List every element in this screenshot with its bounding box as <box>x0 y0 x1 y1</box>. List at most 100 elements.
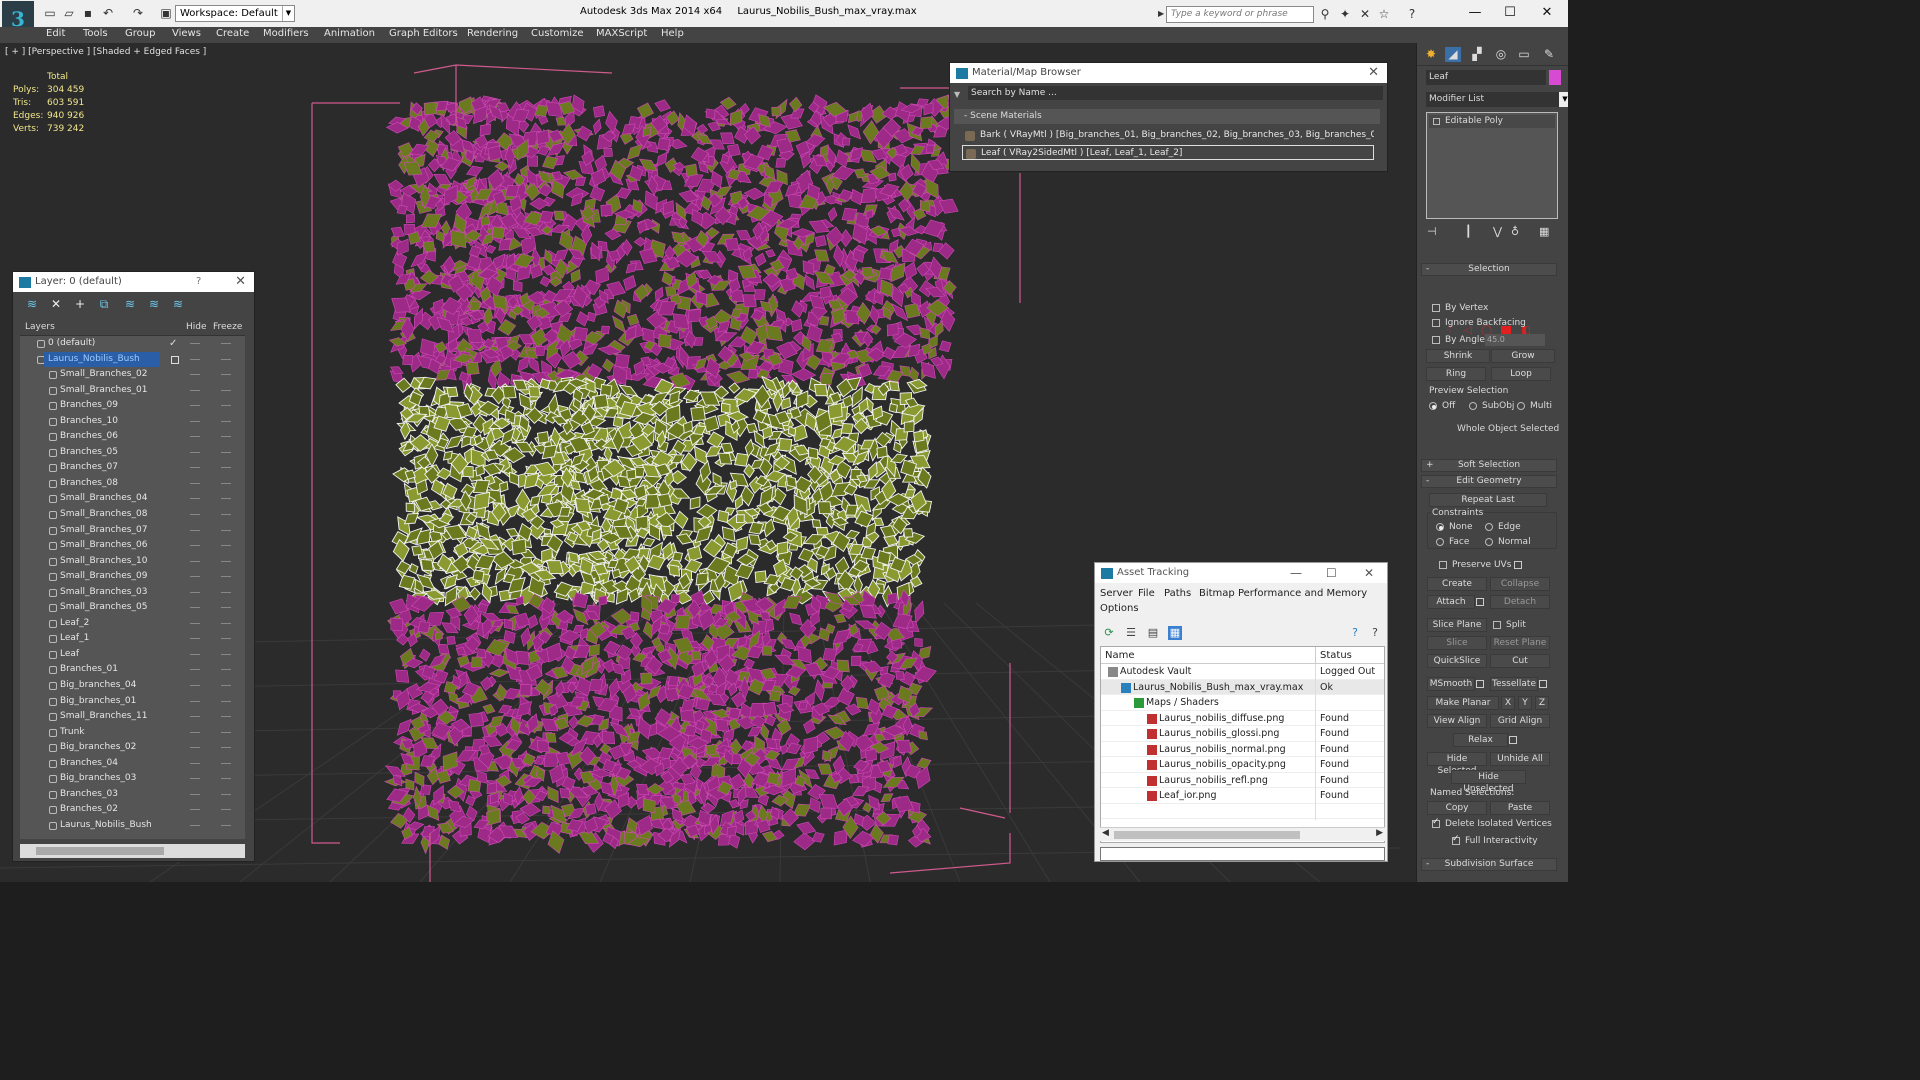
menu-paths[interactable]: Paths <box>1164 588 1191 599</box>
open-file-icon[interactable]: ▱ <box>61 6 77 20</box>
freeze-toggle[interactable] <box>221 482 231 484</box>
freeze-toggle[interactable] <box>221 747 231 749</box>
tessellate-button[interactable]: Tessellate <box>1490 677 1538 691</box>
freeze-toggle[interactable] <box>221 374 231 376</box>
menu-group[interactable]: Group <box>125 28 155 39</box>
hide-toggle[interactable] <box>190 560 200 562</box>
layer-dialog-titlebar[interactable]: Layer: 0 (default) ? ✕ <box>13 272 254 292</box>
menu-graph-editors[interactable]: Graph Editors <box>389 28 458 39</box>
layer-row[interactable]: Branches_02 <box>20 802 245 818</box>
list-view-icon[interactable]: ☰ <box>1124 626 1138 640</box>
tessellate-settings-icon[interactable] <box>1539 680 1547 688</box>
menu-tools[interactable]: Tools <box>83 28 108 39</box>
layer-row[interactable]: Small_Branches_07 <box>20 523 245 539</box>
hierarchy-tab-icon[interactable]: ▞ <box>1469 47 1485 62</box>
menu-rendering[interactable]: Rendering <box>467 28 518 39</box>
hide-toggle[interactable] <box>190 716 200 718</box>
close-button[interactable]: ✕ <box>1527 3 1567 23</box>
menu-edit[interactable]: Edit <box>46 28 65 39</box>
hide-toggle[interactable] <box>190 514 200 516</box>
refresh-icon[interactable]: ⟳ <box>1102 626 1116 640</box>
asset-row[interactable]: Laurus_nobilis_normal.png Found <box>1101 741 1384 758</box>
layer-row[interactable]: Branches_10 <box>20 414 245 430</box>
freeze-toggle[interactable] <box>221 560 231 562</box>
constraint-none-radio[interactable] <box>1436 523 1444 531</box>
freeze-toggle[interactable] <box>221 529 231 531</box>
layer-row[interactable]: Small_Branches_08 <box>20 507 245 523</box>
viewport-label[interactable]: [ + ] [Perspective ] [Shaded + Edged Fac… <box>5 47 206 57</box>
layer-row[interactable]: Small_Branches_05 <box>20 600 245 616</box>
material-search-input[interactable]: Search by Name ... <box>968 86 1383 100</box>
delete-isolated-checkbox[interactable] <box>1432 817 1440 828</box>
hide-toggle[interactable] <box>190 809 200 811</box>
col-freeze[interactable]: Freeze <box>213 322 242 332</box>
layer-row[interactable]: Branches_04 <box>20 756 245 772</box>
minimize-icon[interactable]: — <box>1290 563 1302 583</box>
new-file-icon[interactable]: ▭ <box>42 6 58 20</box>
preserve-uvs-checkbox[interactable] <box>1439 561 1447 569</box>
make-planar-button[interactable]: Make Planar <box>1427 696 1499 710</box>
constraint-face-radio[interactable] <box>1436 538 1444 546</box>
select-objects-icon[interactable]: ⧉ <box>97 297 111 311</box>
soft-selection-rollout-header[interactable]: + Soft Selection <box>1421 459 1557 472</box>
asset-tracking-titlebar[interactable]: Asset Tracking — ☐ ✕ <box>1095 563 1387 583</box>
attach-settings-icon[interactable] <box>1476 598 1484 606</box>
freeze-toggle[interactable] <box>221 809 231 811</box>
preview-multi-radio[interactable] <box>1517 402 1525 410</box>
selection-rollout-header[interactable]: - Selection <box>1421 263 1557 276</box>
layer-row[interactable]: Small_Branches_10 <box>20 554 245 570</box>
freeze-toggle[interactable] <box>221 685 231 687</box>
freeze-toggle[interactable] <box>221 358 231 360</box>
hide-toggle[interactable] <box>190 576 200 578</box>
utilities-tab-icon[interactable]: ✎ <box>1541 47 1557 62</box>
hide-toggle[interactable] <box>190 622 200 624</box>
asset-row[interactable]: Leaf_ior.png Found <box>1101 788 1384 804</box>
asset-row[interactable]: Maps / Shaders <box>1101 695 1384 711</box>
add-to-layer-icon[interactable]: + <box>73 297 87 311</box>
layer-row[interactable]: Small_Branches_02 <box>20 367 245 383</box>
menu-maxscript[interactable]: MAXScript <box>596 28 647 39</box>
hide-toggle[interactable] <box>190 498 200 500</box>
full-interactivity-checkbox[interactable] <box>1452 834 1460 845</box>
hide-toggle[interactable] <box>190 638 200 640</box>
hide-toggle[interactable] <box>190 451 200 453</box>
freeze-toggle[interactable] <box>221 669 231 671</box>
preview-off-radio[interactable] <box>1429 402 1437 410</box>
layer-row[interactable]: Small_Branches_06 <box>20 538 245 554</box>
search-options-icon[interactable]: ▼ <box>954 90 964 99</box>
menu-create[interactable]: Create <box>216 28 249 39</box>
vault-help-icon[interactable]: ? <box>1348 626 1362 640</box>
reset-plane-button[interactable]: Reset Plane <box>1490 636 1550 650</box>
hide-toggle[interactable] <box>190 591 200 593</box>
freeze-toggle[interactable] <box>221 762 231 764</box>
split-checkbox[interactable] <box>1493 621 1501 629</box>
workspace-dropdown[interactable]: Workspace: Default ▼ <box>175 5 295 22</box>
cut-button[interactable]: Cut <box>1490 654 1550 668</box>
layer-row[interactable]: Small_Branches_11 <box>20 709 245 725</box>
freeze-toggle[interactable] <box>221 700 231 702</box>
hide-toggle[interactable] <box>190 824 200 826</box>
freeze-toggle[interactable] <box>221 420 231 422</box>
msmooth-settings-icon[interactable] <box>1476 680 1484 688</box>
freeze-toggle[interactable] <box>221 451 231 453</box>
hide-toggle[interactable] <box>190 420 200 422</box>
material-item-bark[interactable]: Bark ( VRayMtl ) [Big_branches_01, Big_b… <box>962 128 1374 143</box>
hide-toggle[interactable] <box>190 762 200 764</box>
relax-button[interactable]: Relax <box>1453 733 1508 747</box>
relax-settings-icon[interactable] <box>1509 736 1517 744</box>
layer-row[interactable]: Small_Branches_01 <box>20 383 245 399</box>
collapse-button[interactable]: Collapse <box>1490 577 1550 591</box>
layer-row[interactable]: Leaf <box>20 647 245 663</box>
quickslice-button[interactable]: QuickSlice <box>1427 654 1487 668</box>
asset-row[interactable]: Laurus_Nobilis_Bush_max_vray.max Ok <box>1101 679 1384 696</box>
close-icon[interactable]: ✕ <box>1368 63 1379 83</box>
hide-toggle[interactable] <box>190 529 200 531</box>
slice-button[interactable]: Slice <box>1427 636 1487 650</box>
layer-row[interactable]: Big_branches_02 <box>20 740 245 756</box>
material-browser-titlebar[interactable]: Material/Map Browser ✕ <box>950 63 1387 83</box>
menu-server[interactable]: Server <box>1100 588 1133 599</box>
planar-x-button[interactable]: X <box>1501 696 1515 710</box>
layer-row[interactable]: Big_branches_04 <box>20 678 245 694</box>
display-tab-icon[interactable]: ▭ <box>1516 47 1532 62</box>
col-status[interactable]: Status <box>1320 650 1352 661</box>
